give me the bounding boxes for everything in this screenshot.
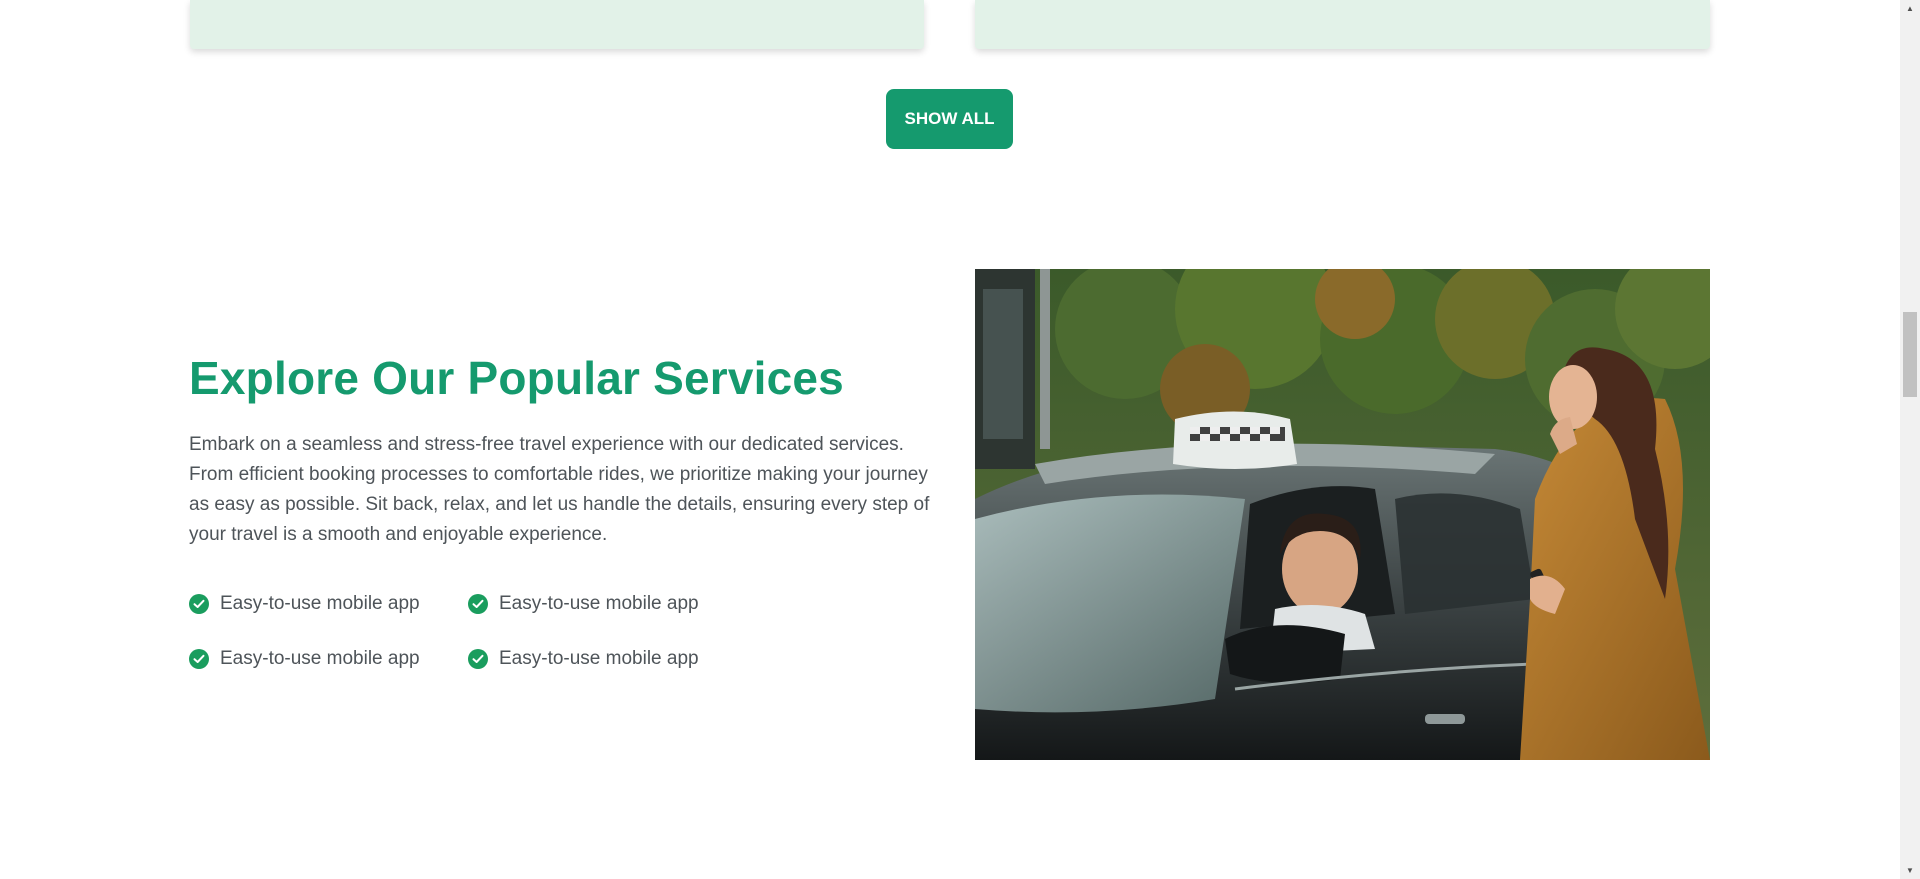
feature-label: Easy-to-use mobile app xyxy=(220,593,420,614)
show-all-button[interactable]: SHOW ALL xyxy=(886,89,1013,149)
check-circle-icon xyxy=(468,649,488,669)
feature-item: Easy-to-use mobile app xyxy=(189,593,420,615)
feature-item: Easy-to-use mobile app xyxy=(189,648,420,670)
section-description: Embark on a seamless and stress-free tra… xyxy=(189,434,930,545)
feature-card xyxy=(975,0,1710,49)
taxi-photo xyxy=(975,269,1710,760)
scroll-down-arrow-icon[interactable]: ▼ xyxy=(1900,862,1920,879)
feature-label: Easy-to-use mobile app xyxy=(499,593,699,614)
section-title: Explore Our Popular Services xyxy=(189,352,844,404)
feature-label: Easy-to-use mobile app xyxy=(499,648,699,669)
vertical-scrollbar[interactable]: ▲ ▼ xyxy=(1900,0,1920,879)
check-circle-icon xyxy=(189,594,209,614)
check-circle-icon xyxy=(189,649,209,669)
feature-card xyxy=(190,0,924,49)
page: SHOW ALL Explore Our Popular Services Em… xyxy=(0,0,1900,879)
scroll-up-arrow-icon[interactable]: ▲ xyxy=(1900,0,1920,17)
feature-label: Easy-to-use mobile app xyxy=(220,648,420,669)
feature-item: Easy-to-use mobile app xyxy=(468,648,699,670)
scrollbar-thumb[interactable] xyxy=(1903,312,1917,397)
check-circle-icon xyxy=(468,594,488,614)
feature-item: Easy-to-use mobile app xyxy=(468,593,699,615)
